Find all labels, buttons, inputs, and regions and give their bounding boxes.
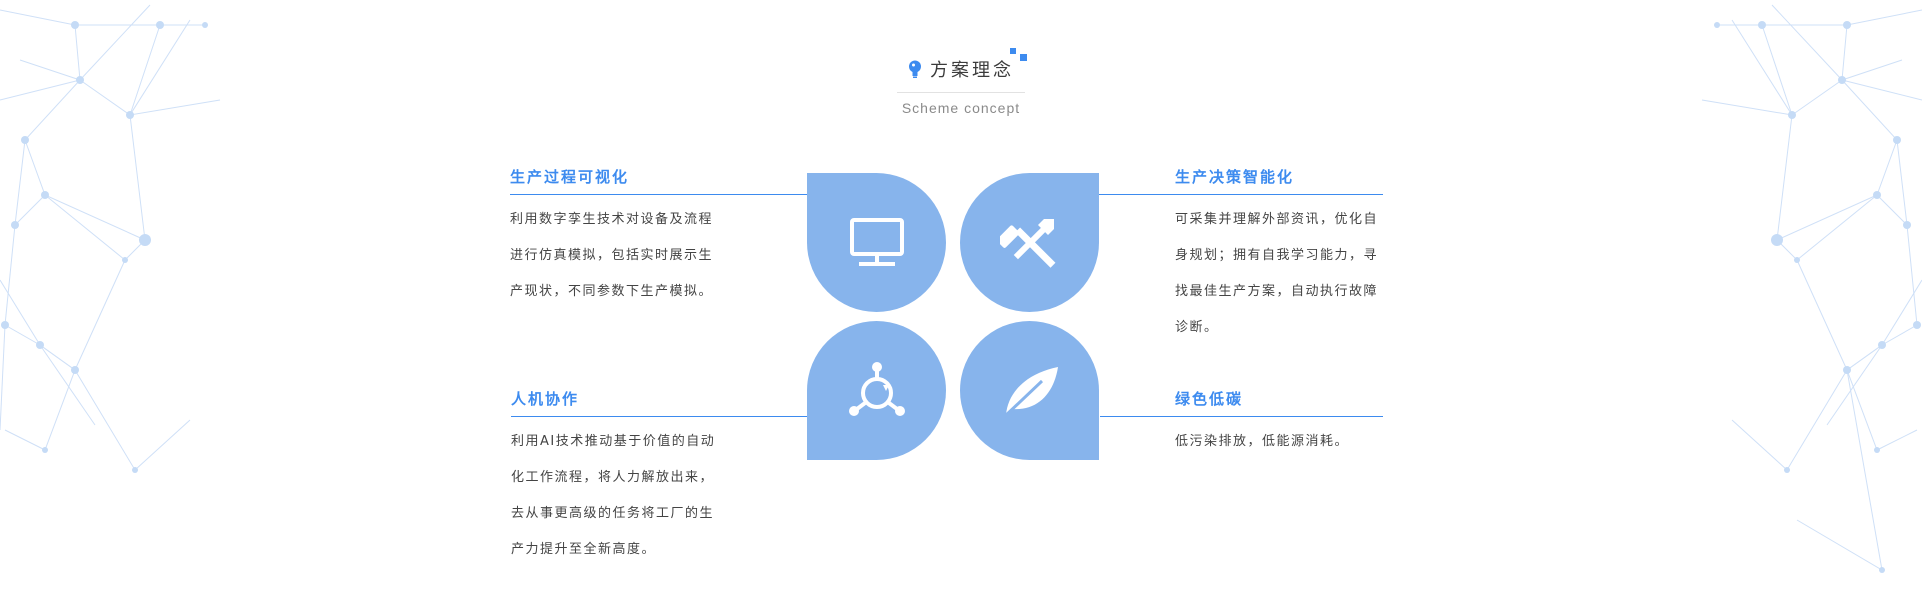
section-header: 方案理念 Scheme concept	[0, 56, 1922, 116]
description-line: 进行仿真模拟，包括实时展示生	[510, 248, 714, 263]
page-subtitle: Scheme concept	[901, 100, 1021, 116]
description-line: 去从事更高级的任务将工厂的生	[511, 506, 715, 521]
intelligence-description: 可采集并理解外部资讯，优化自 身规划；拥有自我学习能力，寻 找最佳生产方案，自动…	[1175, 202, 1395, 346]
collaboration-description: 利用AI技术推动基于价值的自动 化工作流程，将人力解放出来， 去从事更高级的任务…	[511, 424, 731, 568]
monitor-icon	[849, 217, 905, 269]
description-line: 产力提升至全新高度。	[511, 542, 657, 557]
description-line: 利用数字孪生技术对设备及流程	[510, 212, 714, 227]
description-line: 低污染排放，低能源消耗。	[1175, 434, 1350, 449]
tools-icon	[999, 213, 1060, 273]
leaf-icon	[998, 363, 1062, 419]
description-line: 利用AI技术推动基于价值的自动	[511, 434, 716, 449]
lightbulb-icon	[908, 60, 922, 78]
green-divider	[1100, 416, 1383, 417]
intelligence-title: 生产决策智能化	[1175, 168, 1295, 186]
title-divider	[897, 92, 1025, 93]
petal-intelligence	[960, 173, 1099, 312]
collaboration-divider	[511, 416, 813, 417]
visualization-divider	[510, 194, 810, 195]
green-description: 低污染排放，低能源消耗。	[1175, 424, 1395, 460]
description-line: 化工作流程，将人力解放出来，	[511, 470, 715, 485]
description-line: 找最佳生产方案，自动执行故障	[1175, 284, 1379, 299]
intelligence-divider	[1095, 194, 1383, 195]
visualization-title: 生产过程可视化	[510, 168, 630, 186]
description-line: 身规划；拥有自我学习能力，寻	[1175, 248, 1379, 263]
visualization-description: 利用数字孪生技术对设备及流程 进行仿真模拟，包括实时展示生 产现状，不同参数下生…	[510, 202, 730, 310]
network-cycle-icon	[845, 361, 909, 421]
petal-visualization	[807, 173, 946, 312]
title-row: 方案理念	[908, 56, 1014, 82]
green-title: 绿色低碳	[1175, 390, 1244, 408]
page-title: 方案理念	[930, 60, 1014, 81]
description-line: 诊断。	[1175, 320, 1219, 335]
petal-green	[960, 321, 1099, 460]
description-line: 可采集并理解外部资讯，优化自	[1175, 212, 1379, 227]
petal-collaboration	[807, 321, 946, 460]
description-line: 产现状，不同参数下生产模拟。	[510, 284, 714, 299]
collaboration-title: 人机协作	[511, 390, 580, 408]
